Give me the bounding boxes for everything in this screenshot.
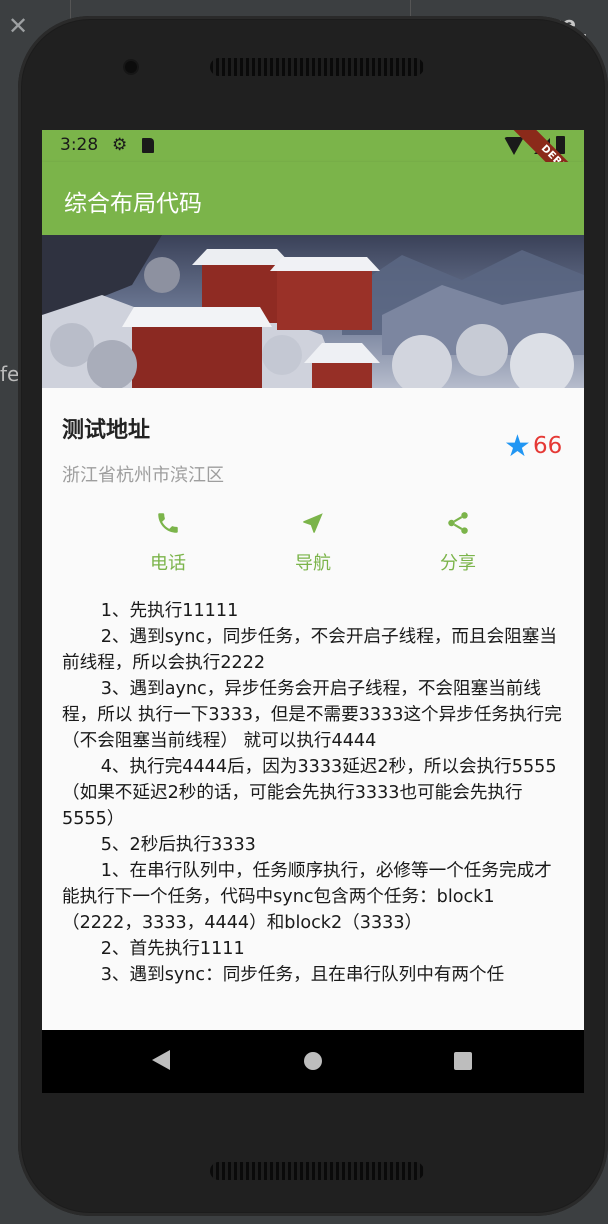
ide-side-text: fe bbox=[0, 362, 20, 386]
back-icon[interactable] bbox=[152, 1050, 170, 1070]
call-button[interactable]: 电话 bbox=[128, 505, 208, 575]
description-text: 1、先执行11111 2、遇到sync，同步任务，不会开启子线程，而且会阻塞当前… bbox=[62, 598, 566, 988]
sd-card-icon bbox=[142, 138, 154, 153]
description-paragraph: 1、在串行队列中，任务顺序执行，必修等一个任务完成才能执行下一个任务，代码中sy… bbox=[62, 861, 552, 933]
close-icon[interactable]: ✕ bbox=[8, 12, 28, 40]
description-paragraph: 2、遇到sync，同步任务，不会开启子线程，而且会阻塞当前线程，所以会执行222… bbox=[62, 627, 557, 673]
status-time: 3:28 bbox=[60, 135, 99, 155]
description-paragraph: 4、执行完4444后，因为3333延迟2秒，所以会执行5555（如果不延迟2秒的… bbox=[62, 757, 557, 829]
page-title: 综合布局代码 bbox=[64, 191, 202, 217]
bottom-speaker bbox=[210, 1162, 424, 1180]
navigate-button[interactable]: 导航 bbox=[273, 505, 353, 575]
star-icon: ★ bbox=[504, 429, 531, 464]
gear-icon: ⚙ bbox=[112, 135, 128, 155]
front-camera bbox=[125, 61, 137, 73]
share-label: 分享 bbox=[440, 553, 476, 574]
status-bar: 3:28 ⚙ bbox=[42, 130, 584, 162]
wifi-icon bbox=[504, 137, 524, 155]
description-paragraph: 2、首先执行1111 bbox=[100, 939, 245, 959]
description-paragraph: 3、遇到aync，异步任务会开启子线程，不会阻塞当前线程，所以 执行一下3333… bbox=[62, 679, 562, 751]
navigate-label: 导航 bbox=[295, 553, 331, 574]
description-paragraph: 5、2秒后执行3333 bbox=[100, 835, 256, 855]
call-label: 电话 bbox=[150, 553, 186, 574]
rating-count: 66 bbox=[533, 433, 563, 459]
description-paragraph: 1、先执行11111 bbox=[100, 601, 239, 621]
snowy-temple-image bbox=[42, 235, 584, 388]
phone-icon bbox=[158, 513, 178, 533]
place-address: 浙江省杭州市滨江区 bbox=[62, 465, 224, 486]
system-navigation-bar bbox=[42, 1030, 584, 1093]
recent-apps-icon[interactable] bbox=[454, 1052, 472, 1070]
share-button[interactable]: 分享 bbox=[418, 505, 498, 575]
home-icon[interactable] bbox=[304, 1052, 322, 1070]
app-bar: 综合布局代码 bbox=[42, 162, 584, 235]
top-speaker bbox=[210, 58, 424, 76]
navigation-icon bbox=[303, 513, 323, 533]
header-image bbox=[42, 235, 584, 388]
device-screen: 3:28 ⚙ DEBUG 综合布局代码 bbox=[42, 130, 584, 1093]
description-paragraph: 3、遇到sync：同步任务，且在串行队列中有两个任 bbox=[100, 965, 505, 985]
place-title: 测试地址 bbox=[62, 418, 151, 443]
share-icon bbox=[448, 512, 468, 534]
